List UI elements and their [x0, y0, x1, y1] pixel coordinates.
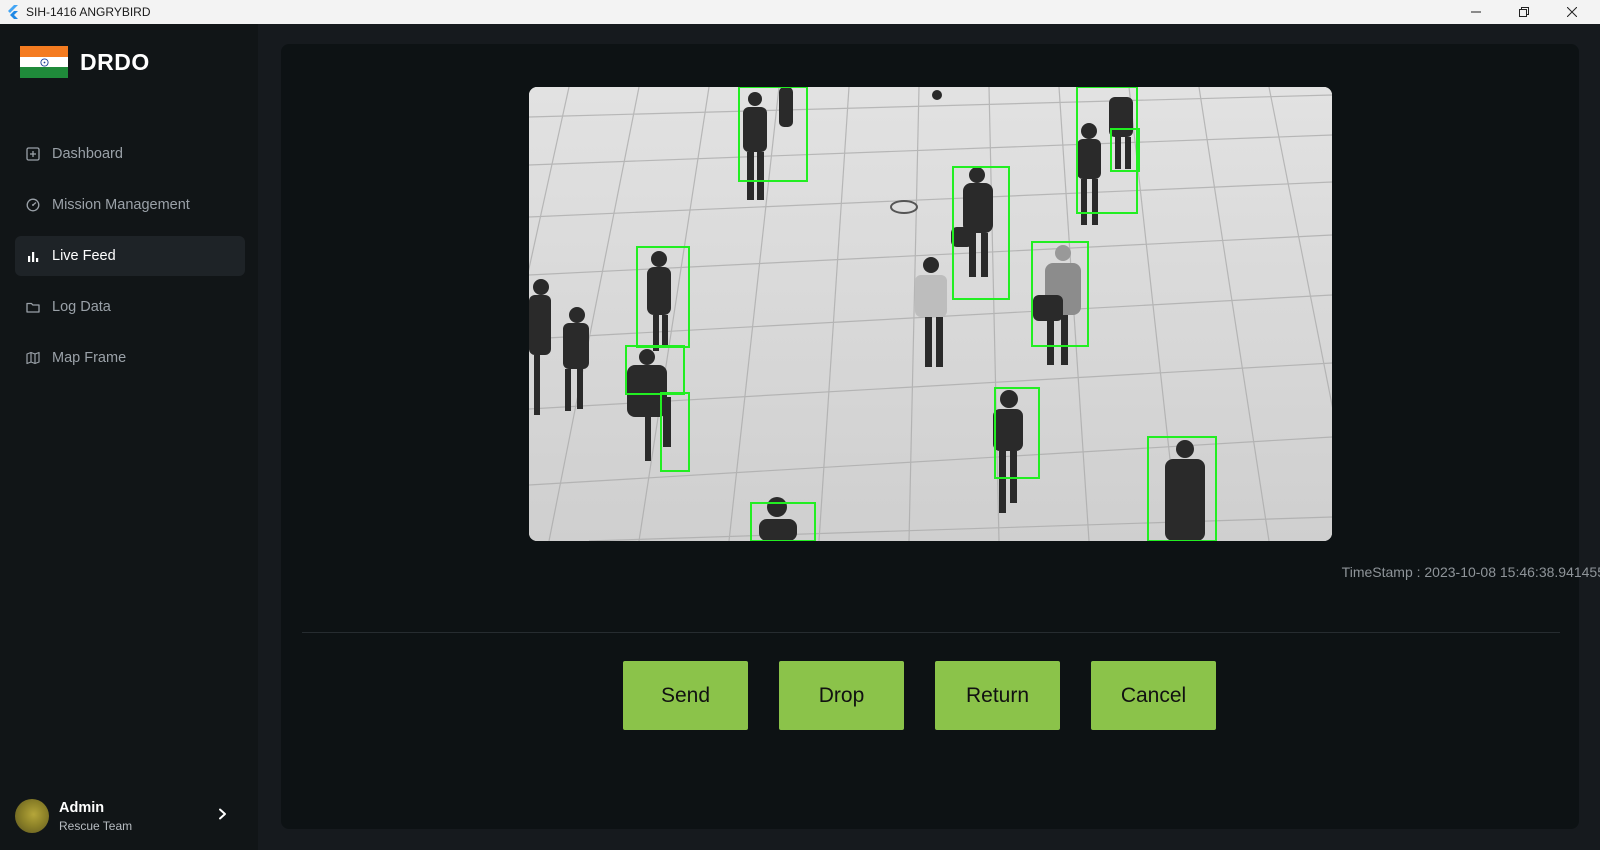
plus-square-icon — [26, 147, 40, 161]
sidebar-item-label: Dashboard — [52, 146, 123, 162]
window-titlebar: SIH-1416 ANGRYBIRD — [0, 0, 1600, 24]
sidebar-item-label: Mission Management — [52, 197, 190, 213]
return-button[interactable]: Return — [935, 661, 1060, 730]
folder-icon — [26, 302, 40, 313]
divider — [302, 632, 1560, 633]
action-buttons: Send Drop Return Cancel — [623, 661, 1247, 730]
close-icon — [1567, 7, 1577, 17]
close-button[interactable] — [1549, 0, 1595, 24]
feed-timestamp: TimeStamp : 2023-10-08 15:46:38.941455 — [1341, 564, 1600, 580]
user-profile[interactable]: Admin Rescue Team — [15, 796, 245, 836]
india-flag-icon — [20, 46, 68, 79]
brand: DRDO — [20, 46, 150, 79]
avatar — [15, 799, 49, 833]
flutter-icon — [8, 5, 18, 19]
bar-chart-icon — [28, 252, 39, 262]
sidebar-nav: Dashboard Mission Management Live Feed L… — [15, 134, 245, 389]
sidebar-item-mission-management[interactable]: Mission Management — [15, 185, 245, 225]
chevron-right-icon[interactable] — [215, 807, 229, 821]
minimize-button[interactable] — [1453, 0, 1499, 24]
sidebar-item-label: Map Frame — [52, 350, 127, 366]
gauge-icon — [26, 198, 40, 212]
sidebar-item-log-data[interactable]: Log Data — [15, 287, 245, 327]
sidebar-item-live-feed[interactable]: Live Feed — [15, 236, 245, 276]
cancel-button[interactable]: Cancel — [1091, 661, 1216, 730]
window-title: SIH-1416 ANGRYBIRD — [26, 5, 151, 19]
user-role: Rescue Team — [59, 818, 133, 833]
user-name: Admin — [59, 799, 105, 816]
drop-button[interactable]: Drop — [779, 661, 904, 730]
sidebar-item-label: Log Data — [52, 299, 111, 315]
sidebar-item-map-frame[interactable]: Map Frame — [15, 338, 245, 378]
restore-icon — [1519, 7, 1529, 17]
camera-frame — [529, 87, 1332, 541]
main-panel: TimeStamp : 2023-10-08 15:46:38.941455 S… — [281, 44, 1600, 829]
minimize-icon — [1471, 11, 1481, 13]
sidebar: DRDO Dashboard Mission Management Live F… — [0, 24, 258, 850]
restore-button[interactable] — [1501, 0, 1547, 24]
sidebar-item-dashboard[interactable]: Dashboard — [15, 134, 245, 174]
brand-name: DRDO — [80, 48, 150, 75]
map-icon — [26, 351, 40, 365]
send-button[interactable]: Send — [623, 661, 748, 730]
sidebar-item-label: Live Feed — [52, 248, 116, 264]
live-feed-video — [529, 87, 1332, 541]
